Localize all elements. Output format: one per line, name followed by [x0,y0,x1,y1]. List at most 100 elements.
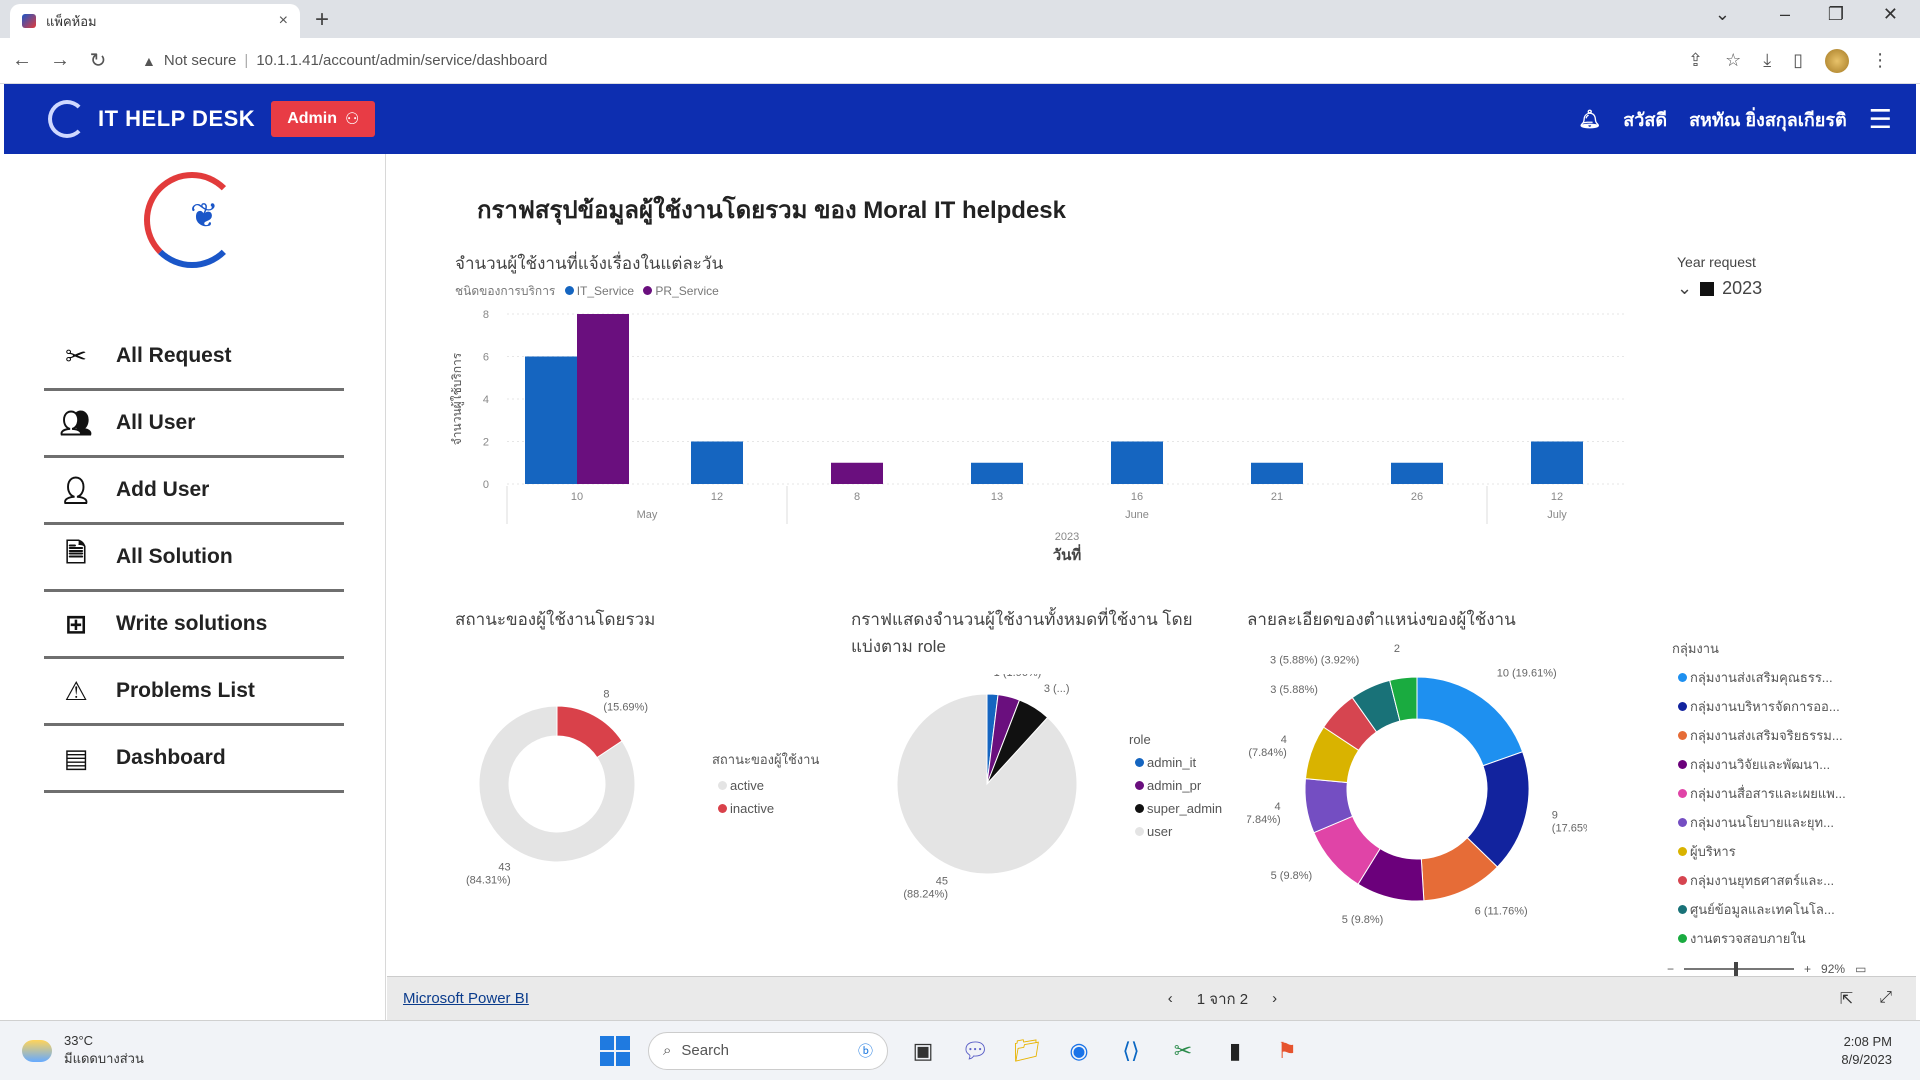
legend-label: active [730,778,764,793]
share-icon[interactable]: ⇪ [1688,50,1703,71]
browser-toolbar: ← → ↻ ▲ Not secure | 10.1.1.41/account/a… [0,38,1920,84]
legend-label: admin_pr [1147,778,1202,793]
legend-item[interactable]: งานตรวจสอบภายใน [1672,928,1846,949]
address-bar[interactable]: ▲ Not secure | 10.1.1.41/account/admin/s… [128,44,1688,77]
chat-icon[interactable]: 💬︎ [958,1034,992,1068]
terminal-icon[interactable]: ▮ [1218,1034,1252,1068]
sidebar-item-problems-list[interactable]: ⚠ Problems List [44,659,344,726]
close-tab-icon[interactable]: × [279,12,288,30]
system-clock[interactable]: 2:08 PM 8/9/2023 [1841,1033,1892,1069]
legend-item[interactable]: กลุ่มงานนโยบายและยุท... [1672,812,1846,833]
app-title[interactable]: IT HELP DESK [98,106,255,132]
sidebar-item-write-solutions[interactable]: ⊞ Write solutions [44,592,344,659]
data-label: 5 (9.8%) [1271,870,1313,882]
legend-item-user[interactable]: user [1129,824,1222,839]
bar-it_service[interactable] [1251,462,1303,484]
legend-item[interactable]: กลุ่มงานส่งเสริมจริยธรรม... [1672,725,1846,746]
legend-item[interactable]: กลุ่มงานส่งเสริมคุณธรร... [1672,667,1846,688]
year-slicer[interactable]: Year request ⌄ 2023 [1677,254,1762,299]
bar-it_service[interactable] [1531,441,1583,485]
taskbar-search[interactable]: ⌕ Search ⓑ [648,1031,888,1070]
slicer-option-2023[interactable]: ⌄ 2023 [1677,278,1762,299]
user-name[interactable]: สหทัณ ยิ่งสกุลเกียรติ [1689,105,1847,134]
zoom-out-icon[interactable]: − [1667,962,1674,976]
sidebar-item-all-solution[interactable]: 🗎︎ All Solution [44,525,344,592]
legend-label: กลุ่มงานนโยบายและยุท... [1690,815,1834,830]
sidebar-item-all-request[interactable]: ✂ All Request [44,324,344,391]
bar-it_service[interactable] [525,356,577,485]
brand-logo: ❦ [144,172,240,268]
snipping-tool-icon[interactable]: ✂ [1166,1034,1200,1068]
reload-icon[interactable]: ↻ [82,48,114,73]
zoom-slider-handle[interactable] [1734,962,1739,976]
share-icon[interactable]: ⇱ [1840,989,1853,1009]
legend-item-active[interactable]: active [712,778,819,793]
zoom-in-icon[interactable]: + [1804,962,1811,976]
legend-item[interactable]: ผู้บริหาร [1672,841,1846,862]
sidebar-item-add-user[interactable]: 👤︎ Add User [44,458,344,525]
sidebar-item-all-user[interactable]: 👥︎ All User [44,391,344,458]
hamburger-menu-icon[interactable]: ☰ [1869,104,1892,135]
legend-label: กลุ่มงานวิจัยและพัฒนา... [1690,757,1831,772]
new-tab-icon[interactable]: + [315,6,329,34]
restore-icon[interactable]: ❐ [1828,4,1844,25]
bookmark-star-icon[interactable]: ☆ [1725,50,1741,71]
zoom-slider[interactable] [1684,962,1795,976]
powerbi-link[interactable]: Microsoft Power BI [403,990,529,1007]
sidebar-item-label: All Request [116,344,232,367]
data-label: (88.24%) [903,889,948,901]
legend-item-admin-it[interactable]: admin_it [1129,755,1222,770]
admin-button[interactable]: Admin ⚇ [271,101,376,137]
app-icon[interactable]: ⚑ [1270,1034,1304,1068]
legend-item-admin-pr[interactable]: admin_pr [1129,778,1222,793]
legend-item[interactable]: กลุ่มงานบริหารจัดการออ... [1672,696,1846,717]
sidebar-item-label: Write solutions [116,612,268,635]
legend-item-super-admin[interactable]: super_admin [1129,801,1222,816]
bar-pr_service[interactable] [577,314,629,484]
chrome-icon[interactable]: ◉ [1062,1034,1096,1068]
close-window-icon[interactable]: ✕ [1883,4,1898,25]
slice-3[interactable] [896,693,1078,875]
legend-item[interactable]: กลุ่มงานยุทธศาสตร์และ... [1672,870,1846,891]
sidepanel-icon[interactable]: ▯ [1793,50,1803,71]
bar-it_service[interactable] [1391,462,1443,484]
bar-it_service[interactable] [691,441,743,485]
download-icon[interactable]: ⤓ [1763,50,1771,71]
bar-pr_service[interactable] [831,462,883,484]
app-logo-icon[interactable] [48,100,86,138]
bar-it_service[interactable] [971,462,1023,484]
position-donut-chart: 10 (19.61%) 9(17.65%) 6 (11.76%) 5 (9.8%) 5 … [1247,644,1587,926]
legend-item-inactive[interactable]: inactive [712,801,819,816]
fullscreen-icon[interactable]: ⤢ [1879,989,1892,1009]
legend-item[interactable]: กลุ่มงานสื่อสารและเผยแพ... [1672,783,1846,804]
windows-start-icon[interactable] [600,1035,630,1066]
weather-widget[interactable]: 33°C มีแดดบางส่วน [22,1033,144,1069]
legend-item[interactable]: กลุ่มงานวิจัยและพัฒนา... [1672,754,1846,775]
legend-item[interactable]: ศูนย์ข้อมูลและเทคโนโล... [1672,899,1846,920]
browser-tab[interactable]: แพ็คห้อม × [10,4,300,38]
bar-it_service[interactable] [1111,441,1163,485]
file-explorer-icon[interactable]: 📁︎ [1010,1034,1044,1068]
minimize-icon[interactable]: – [1780,4,1790,25]
forward-icon[interactable]: → [44,49,76,72]
next-page-icon[interactable]: › [1272,990,1277,1007]
bell-icon[interactable]: 🔔︎ [1578,109,1601,130]
slice-0[interactable] [1416,676,1524,767]
checkbox-icon[interactable] [1700,281,1715,296]
slicer-value: 2023 [1722,278,1763,298]
data-label: 43 [498,861,510,873]
add-file-icon: ⊞ [65,608,87,639]
browser-menu-icon[interactable]: ⋮ [1871,50,1889,71]
sidebar: ❦ ✂ All Request 👥︎ All User 👤︎ Add User … [4,154,386,1020]
legend-dot [1135,781,1144,790]
vscode-icon[interactable]: ⟨⟩ [1114,1034,1148,1068]
tab-list-icon[interactable]: ⌄ [1715,4,1730,25]
back-icon[interactable]: ← [6,49,38,72]
zoom-level: 92% [1821,962,1846,976]
fit-page-icon[interactable]: ▭ [1855,962,1866,976]
profile-avatar[interactable] [1825,48,1850,73]
report-title: กราฟสรุปข้อมูลผู้ใช้งานโดยรวม ของ Moral … [477,197,1066,224]
previous-page-icon[interactable]: ‹ [1168,990,1173,1007]
task-view-icon[interactable]: ▣ [906,1034,940,1068]
sidebar-item-dashboard[interactable]: ▤ Dashboard [44,726,344,793]
